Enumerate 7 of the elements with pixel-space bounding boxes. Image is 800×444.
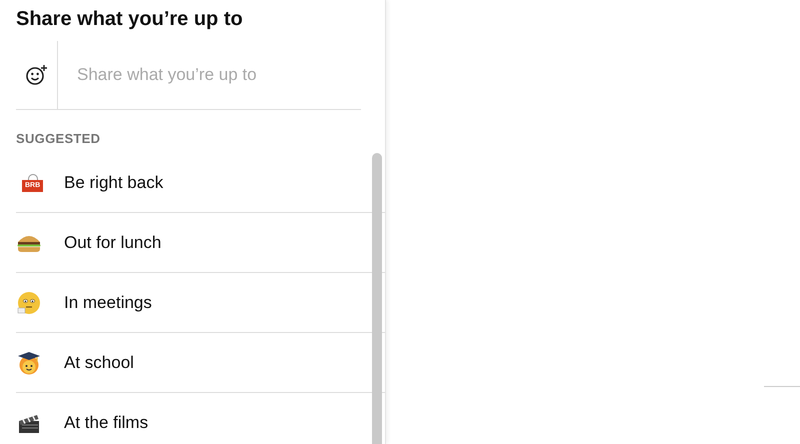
status-input-field[interactable]: Share what you’re up to bbox=[58, 60, 361, 90]
smiley-plus-icon bbox=[24, 64, 48, 86]
graduate-icon bbox=[16, 350, 42, 376]
scrollbar[interactable] bbox=[372, 153, 382, 444]
panel-title: Share what you’re up to bbox=[15, 7, 244, 32]
face-icon bbox=[16, 290, 42, 314]
section-label: SUGGESTED bbox=[15, 130, 102, 147]
